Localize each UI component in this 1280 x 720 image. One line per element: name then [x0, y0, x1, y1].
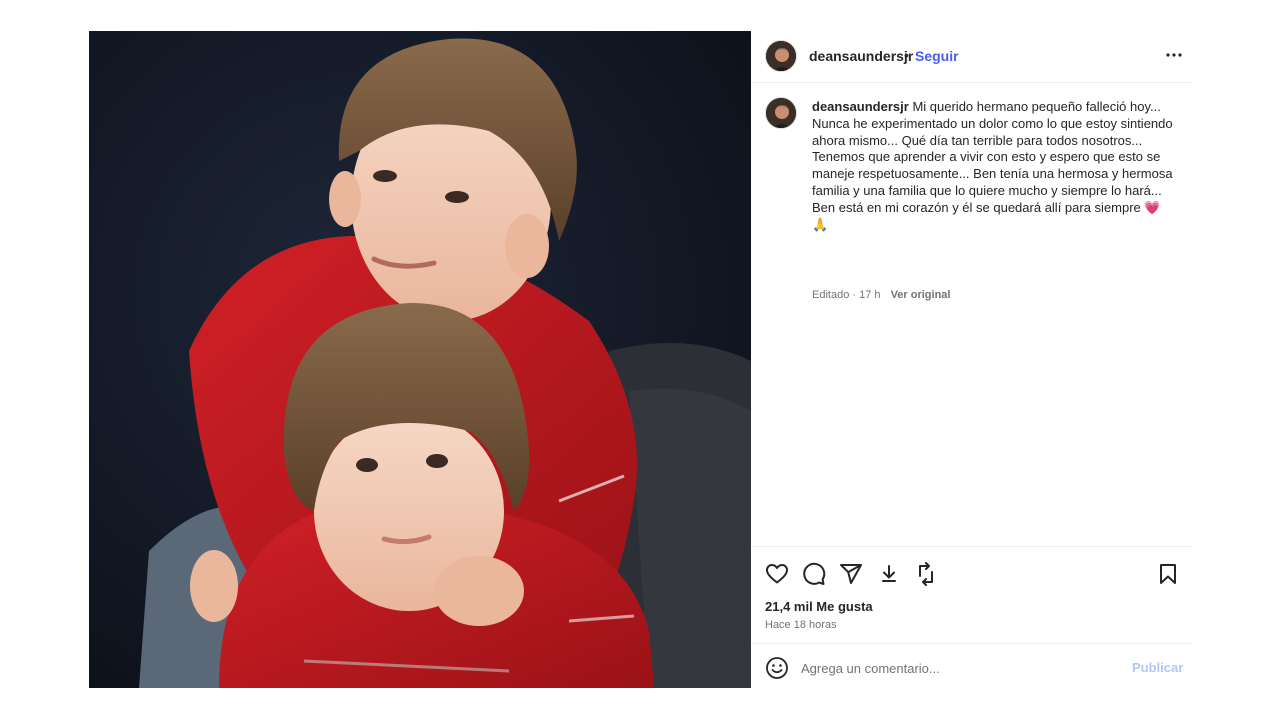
avatar-image [766, 41, 796, 71]
see-original-link[interactable]: Ver original [891, 289, 951, 301]
action-bar [751, 546, 1192, 596]
publish-button[interactable]: Publicar [1132, 660, 1183, 675]
heart-icon[interactable] [765, 562, 791, 588]
avatar[interactable] [765, 40, 797, 72]
caption-section: deansaundersjr Mi querido hermano pequeñ… [751, 83, 1192, 546]
post-side-panel: deansaundersjr • Seguir deansaundersjr M… [751, 31, 1192, 688]
separator-dot: • [904, 47, 909, 63]
comment-bar: Publicar [751, 643, 1192, 688]
instagram-post: deansaundersjr • Seguir deansaundersjr M… [89, 31, 1192, 688]
avatar-image [766, 98, 796, 128]
download-icon[interactable] [877, 562, 903, 588]
follow-button[interactable]: Seguir [915, 48, 959, 64]
caption-text: deansaundersjr Mi querido hermano pequeñ… [812, 99, 1176, 233]
photo-image [89, 31, 751, 688]
comment-icon[interactable] [802, 562, 828, 588]
caption-message: Mi querido hermano pequeño falleció hoy.… [812, 99, 1173, 215]
username-link[interactable]: deansaundersjr [809, 48, 913, 64]
caption-username[interactable]: deansaundersjr [812, 99, 909, 114]
more-options-icon[interactable] [1165, 45, 1183, 65]
edited-timestamp: Editado · 17 h [812, 289, 881, 301]
post-timestamp: Hace 18 horas [765, 619, 837, 631]
repost-icon[interactable] [914, 562, 940, 588]
likes-count[interactable]: 21,4 mil Me gusta [765, 599, 873, 614]
bookmark-icon[interactable] [1156, 562, 1182, 588]
comment-input[interactable] [801, 658, 1121, 678]
post-photo[interactable] [89, 31, 751, 688]
emoji-icon[interactable] [765, 656, 789, 680]
caption-avatar[interactable] [765, 97, 797, 129]
post-header: deansaundersjr • Seguir [751, 31, 1192, 83]
caption-meta: Editado · 17 h Ver original [812, 289, 950, 301]
send-icon[interactable] [839, 562, 865, 588]
